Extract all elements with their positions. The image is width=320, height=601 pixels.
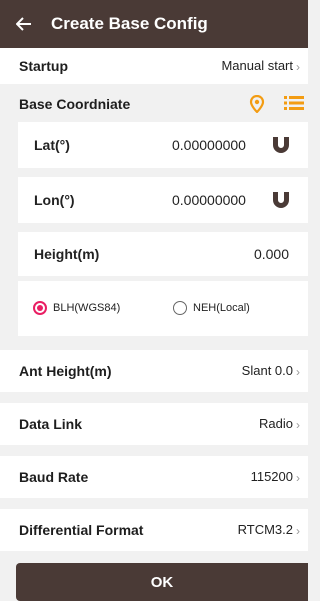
lon-field[interactable]: Lon(°) 0.00000000	[18, 177, 308, 223]
base-coordinate-label: Base Coordniate	[19, 96, 131, 112]
height-value[interactable]: 0.000	[254, 246, 289, 262]
chevron-right-icon: ›	[296, 364, 300, 379]
radio-unselected-icon	[173, 301, 187, 315]
differential-format-label: Differential Format	[19, 522, 144, 538]
lat-label: Lat(°)	[34, 137, 70, 153]
differential-format-value: RTCM3.2 ›	[237, 522, 300, 538]
coordinate-type-group: BLH(WGS84) NEH(Local)	[18, 281, 308, 336]
differential-format-row[interactable]: Differential Format RTCM3.2 ›	[0, 509, 308, 551]
lon-value[interactable]: 0.00000000	[172, 192, 246, 208]
magnet-icon[interactable]	[271, 191, 291, 209]
chevron-right-icon: ›	[296, 417, 300, 432]
radio-selected-icon	[33, 301, 47, 315]
base-coordinate-header: Base Coordniate	[0, 90, 308, 118]
data-link-value: Radio ›	[259, 416, 300, 432]
height-field[interactable]: Height(m) 0.000	[18, 232, 308, 276]
lon-label: Lon(°)	[34, 192, 75, 208]
back-arrow-icon[interactable]	[13, 13, 35, 35]
data-link-label: Data Link	[19, 416, 83, 432]
radio-neh-label: NEH(Local)	[193, 302, 250, 314]
data-link-row[interactable]: Data Link Radio ›	[0, 403, 308, 445]
ant-height-value: Slant 0.0 ›	[241, 363, 300, 379]
lat-field[interactable]: Lat(°) 0.00000000	[18, 122, 308, 168]
height-label: Height(m)	[34, 246, 100, 262]
radio-neh-local[interactable]: NEH(Local)	[173, 301, 250, 315]
radio-blh-wgs84[interactable]: BLH(WGS84)	[33, 301, 120, 315]
title-bar: Create Base Config	[0, 0, 308, 48]
lat-value[interactable]: 0.00000000	[172, 137, 246, 153]
list-icon[interactable]	[284, 95, 304, 111]
ant-height-label: Ant Height(m)	[19, 363, 112, 379]
baud-rate-value: 115200 ›	[250, 469, 300, 485]
baud-rate-row[interactable]: Baud Rate 115200 ›	[0, 456, 308, 498]
chevron-right-icon: ›	[296, 59, 300, 74]
startup-label: Startup	[19, 58, 68, 74]
chevron-right-icon: ›	[296, 470, 300, 485]
startup-row[interactable]: Startup Manual start ›	[0, 48, 308, 84]
chevron-right-icon: ›	[296, 523, 300, 538]
startup-value: Manual start ›	[221, 58, 300, 74]
magnet-icon[interactable]	[271, 136, 291, 154]
location-pin-icon[interactable]	[249, 94, 265, 114]
ok-button[interactable]: OK	[16, 563, 308, 601]
radio-blh-label: BLH(WGS84)	[53, 302, 121, 314]
page-title: Create Base Config	[51, 14, 208, 33]
ant-height-row[interactable]: Ant Height(m) Slant 0.0 ›	[0, 350, 308, 392]
baud-rate-label: Baud Rate	[19, 469, 89, 485]
